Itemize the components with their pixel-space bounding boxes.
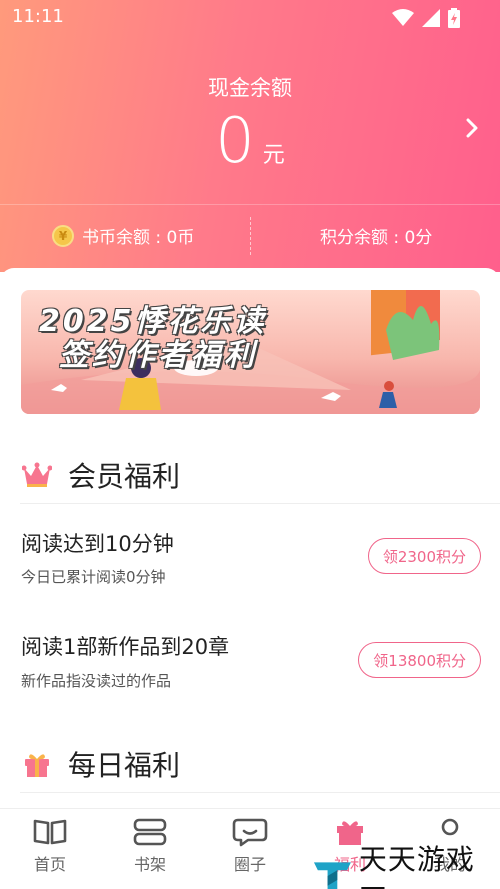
banner-subheadline: 签约作者福利	[59, 338, 257, 373]
signal-icon	[422, 9, 440, 27]
task-desc: 今日已累计阅读0分钟	[21, 568, 166, 586]
tab-circle[interactable]: 圈子	[200, 817, 300, 875]
wallet-header: 11:11 现金余额 0元 ¥ 书币余额 : 0币 积分余额 : 0分	[0, 0, 500, 272]
status-time: 11:11	[12, 6, 64, 27]
divider	[250, 217, 251, 255]
wifi-icon	[392, 9, 414, 26]
tab-home[interactable]: 首页	[0, 817, 100, 875]
tab-label: 圈子	[233, 855, 266, 874]
balance-title: 现金余额	[208, 76, 292, 100]
balance-unit: 元	[262, 143, 285, 168]
task-title: 阅读1部新作品到20章	[21, 635, 230, 659]
status-bar: 11:11	[0, 0, 500, 34]
promo-banner[interactable]: 2025悸花乐读 签约作者福利	[21, 290, 480, 414]
tab-bookshelf[interactable]: 书架	[100, 817, 200, 875]
member-section-header: 会员福利	[22, 455, 180, 495]
watermark-logo	[313, 862, 351, 889]
sub-balance-bar: ¥ 书币余额 : 0币 积分余额 : 0分	[0, 204, 500, 268]
tab-label: 书架	[133, 855, 166, 874]
divider	[20, 792, 500, 793]
bookshelf-icon	[133, 818, 167, 846]
task-desc: 新作品指没读过的作品	[21, 672, 172, 690]
book-open-icon	[33, 819, 67, 845]
balance-amount: 0	[215, 104, 255, 177]
watermark: 天天游戏网	[312, 838, 500, 889]
crown-icon	[22, 462, 52, 487]
chat-bubble-icon	[232, 818, 268, 847]
status-icons	[392, 8, 460, 28]
tab-label: 首页	[33, 855, 66, 874]
coin-balance-text: 书币余额 : 0币	[82, 228, 195, 248]
points-balance[interactable]: 积分余额 : 0分	[320, 223, 432, 248]
claim-points-button[interactable]: 领2300积分	[367, 538, 481, 574]
gift-icon	[25, 754, 49, 777]
member-section-title: 会员福利	[68, 460, 181, 493]
claim-points-button[interactable]: 领13800积分	[358, 642, 481, 678]
daily-section-header: 每日福利	[22, 744, 180, 784]
divider	[20, 503, 500, 504]
coin-icon: ¥	[52, 224, 74, 247]
balance-row[interactable]: 0元	[0, 104, 500, 177]
task-title: 阅读达到10分钟	[21, 532, 174, 556]
watermark-text: 天天游戏网	[358, 843, 475, 889]
battery-icon	[448, 8, 460, 28]
chevron-right-icon[interactable]	[462, 116, 482, 140]
daily-section-title: 每日福利	[68, 749, 181, 782]
coin-balance[interactable]: ¥ 书币余额 : 0币	[52, 223, 194, 248]
